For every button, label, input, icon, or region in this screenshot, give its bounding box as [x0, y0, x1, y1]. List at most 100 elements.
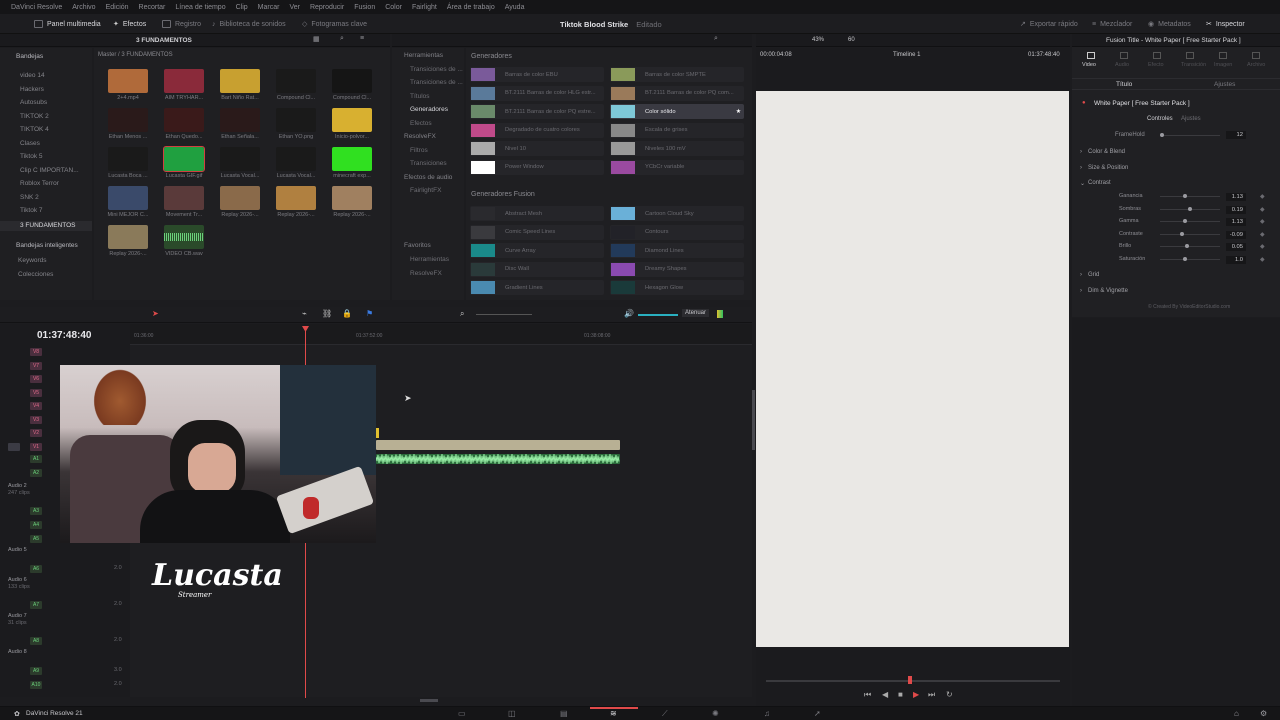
- clip-thumbnail[interactable]: [332, 147, 372, 171]
- fx-tree-item[interactable]: Herramientas: [404, 52, 443, 59]
- lock-icon[interactable]: 🔒: [342, 309, 352, 318]
- track-volume[interactable]: 2.0: [114, 681, 122, 688]
- loop-icon[interactable]: ↻: [946, 690, 953, 699]
- inspector-tab-icon[interactable]: [1252, 52, 1260, 59]
- skip-forward-icon[interactable]: ⏭: [928, 690, 935, 700]
- keyframe-dot-icon[interactable]: ◆: [1260, 231, 1265, 238]
- inspector-tab-1[interactable]: Audio: [1115, 62, 1129, 68]
- video-track-label[interactable]: V6: [30, 375, 42, 383]
- contrast-slider[interactable]: [1160, 196, 1220, 197]
- generator-item[interactable]: BT.2111 Barras de color PQ com...: [610, 85, 744, 101]
- bin-item[interactable]: Autosubs: [20, 99, 47, 106]
- clip-thumbnail[interactable]: [164, 108, 204, 132]
- video-track-label[interactable]: V2: [30, 429, 42, 437]
- clip-thumbnail[interactable]: [164, 225, 204, 249]
- menu-4[interactable]: Línea de tiempo: [170, 4, 230, 11]
- fx-tree-item[interactable]: Efectos: [410, 120, 432, 127]
- inspector-tab-4[interactable]: Imagen: [1214, 62, 1232, 68]
- contrast-slider[interactable]: [1160, 258, 1220, 260]
- audio-track-label[interactable]: A7: [30, 601, 42, 609]
- fx-tree-item[interactable]: Títulos: [410, 93, 430, 100]
- video-track-label[interactable]: V4: [30, 402, 42, 410]
- contrast-value[interactable]: 1.0: [1226, 255, 1246, 264]
- bin-item[interactable]: Roblox Terror: [20, 180, 59, 187]
- more-section-0[interactable]: Grid: [1088, 272, 1099, 278]
- zoom-icon[interactable]: ⌕: [460, 309, 464, 319]
- contrast-knob[interactable]: [1182, 219, 1187, 223]
- fusion-generator-item[interactable]: Curve Array: [470, 243, 604, 258]
- chevron-icon[interactable]: ⌄: [1080, 180, 1085, 187]
- smart-bin-item[interactable]: Colecciones: [18, 271, 53, 278]
- more-section-1[interactable]: Dim & Vignette: [1088, 288, 1128, 294]
- track-volume[interactable]: 2.0: [114, 565, 122, 572]
- video-clip[interactable]: [376, 440, 620, 450]
- audio-track-label[interactable]: A8: [30, 637, 42, 645]
- section-2[interactable]: Contrast: [1088, 180, 1111, 186]
- contrast-slider[interactable]: [1160, 246, 1220, 247]
- timeline-name[interactable]: Timeline 1: [893, 52, 920, 58]
- timeline-zoom-slider[interactable]: [476, 314, 532, 315]
- track-volume[interactable]: 2.0: [114, 601, 122, 608]
- bin-item[interactable]: 3 FUNDAMENTOS: [0, 220, 92, 231]
- inspector-tab-icon[interactable]: [1219, 52, 1227, 59]
- effects-search-icon[interactable]: ⌕: [714, 35, 718, 43]
- contrast-knob[interactable]: [1187, 206, 1192, 211]
- audio-track-label[interactable]: A10: [30, 681, 42, 689]
- section-0[interactable]: Color & Blend: [1088, 149, 1125, 155]
- menu-6[interactable]: Marcar: [253, 4, 285, 11]
- inspector-tab-5[interactable]: Archivo: [1247, 62, 1265, 68]
- clip-thumbnail[interactable]: [164, 69, 204, 93]
- generator-item[interactable]: Power Window: [470, 159, 604, 175]
- section-1[interactable]: Size & Position: [1088, 165, 1128, 171]
- page-color-icon[interactable]: ✺: [712, 709, 719, 718]
- timeline-ruler[interactable]: 01:36:00 01:37:52:00 01:38:08:00: [130, 324, 752, 345]
- audio-track-label[interactable]: A2: [30, 469, 42, 477]
- audio-clip[interactable]: [376, 454, 620, 464]
- clip-thumbnail[interactable]: [220, 186, 260, 210]
- keyframe-dot-icon[interactable]: ◆: [1260, 206, 1265, 213]
- inspector-tab-icon[interactable]: [1186, 52, 1194, 59]
- media-pool-button[interactable]: Panel multimedia: [34, 14, 101, 34]
- contrast-knob[interactable]: [1180, 231, 1184, 236]
- clip-thumbnail[interactable]: [332, 69, 372, 93]
- contrast-value[interactable]: 0.05: [1226, 243, 1246, 251]
- generator-item[interactable]: Barras de color SMPTE: [610, 67, 744, 82]
- generator-item[interactable]: Escala de grises: [610, 122, 744, 138]
- stop-icon[interactable]: ■: [898, 690, 903, 699]
- clip-thumbnail[interactable]: [108, 69, 148, 93]
- grid-view-icon[interactable]: ▦: [313, 35, 320, 43]
- clip-thumbnail[interactable]: [220, 108, 260, 132]
- sort-icon[interactable]: ≡: [360, 35, 364, 42]
- inspector-button[interactable]: ✂ Inspector: [1206, 14, 1245, 34]
- inspector-tab-3[interactable]: Transición: [1181, 62, 1206, 68]
- inspector-tab-2[interactable]: Efecto: [1148, 62, 1164, 68]
- smart-bin-item[interactable]: Keywords: [18, 257, 47, 264]
- flag-icon[interactable]: ⚑: [366, 309, 373, 318]
- contrast-value[interactable]: 1.13: [1226, 193, 1246, 201]
- clip-thumbnail[interactable]: [220, 69, 260, 93]
- fx-tree-item[interactable]: Generadores: [410, 106, 448, 113]
- framehold-slider[interactable]: [1160, 135, 1220, 136]
- home-icon[interactable]: ⌂: [1234, 709, 1239, 718]
- index-button[interactable]: Registro: [162, 14, 201, 34]
- generator-item[interactable]: Barras de color EBU: [470, 67, 604, 82]
- page-edit-icon[interactable]: ≋: [610, 709, 617, 718]
- keyframe-dot-icon[interactable]: ◆: [1260, 243, 1265, 250]
- subtab-title[interactable]: Título: [1116, 81, 1132, 88]
- timeline-vscroll[interactable]: [752, 390, 755, 450]
- framehold-value[interactable]: 12: [1226, 131, 1246, 139]
- clip-thumbnail[interactable]: [163, 146, 205, 172]
- fusion-generator-item[interactable]: Comic Speed Lines: [470, 224, 604, 240]
- settings-tab[interactable]: Ajustes: [1181, 116, 1201, 122]
- step-back-icon[interactable]: ◀: [882, 690, 888, 699]
- contrast-value[interactable]: 0.19: [1226, 205, 1246, 214]
- selection-tool-icon[interactable]: ➤: [152, 309, 159, 318]
- fusion-generator-item[interactable]: Cartoon Cloud Sky: [610, 206, 744, 221]
- quick-export-button[interactable]: ↗ Exportar rápido: [1020, 14, 1078, 34]
- menu-13[interactable]: Ayuda: [500, 4, 530, 11]
- metadata-button[interactable]: ◉ Metadatos: [1148, 14, 1191, 34]
- sound-library-button[interactable]: ♪ Biblioteca de sonidos: [212, 14, 286, 34]
- fx-tree-item[interactable]: ResolveFX: [404, 133, 436, 140]
- inspector-tab-icon[interactable]: [1153, 52, 1161, 59]
- audio-track-label[interactable]: A1: [30, 455, 42, 463]
